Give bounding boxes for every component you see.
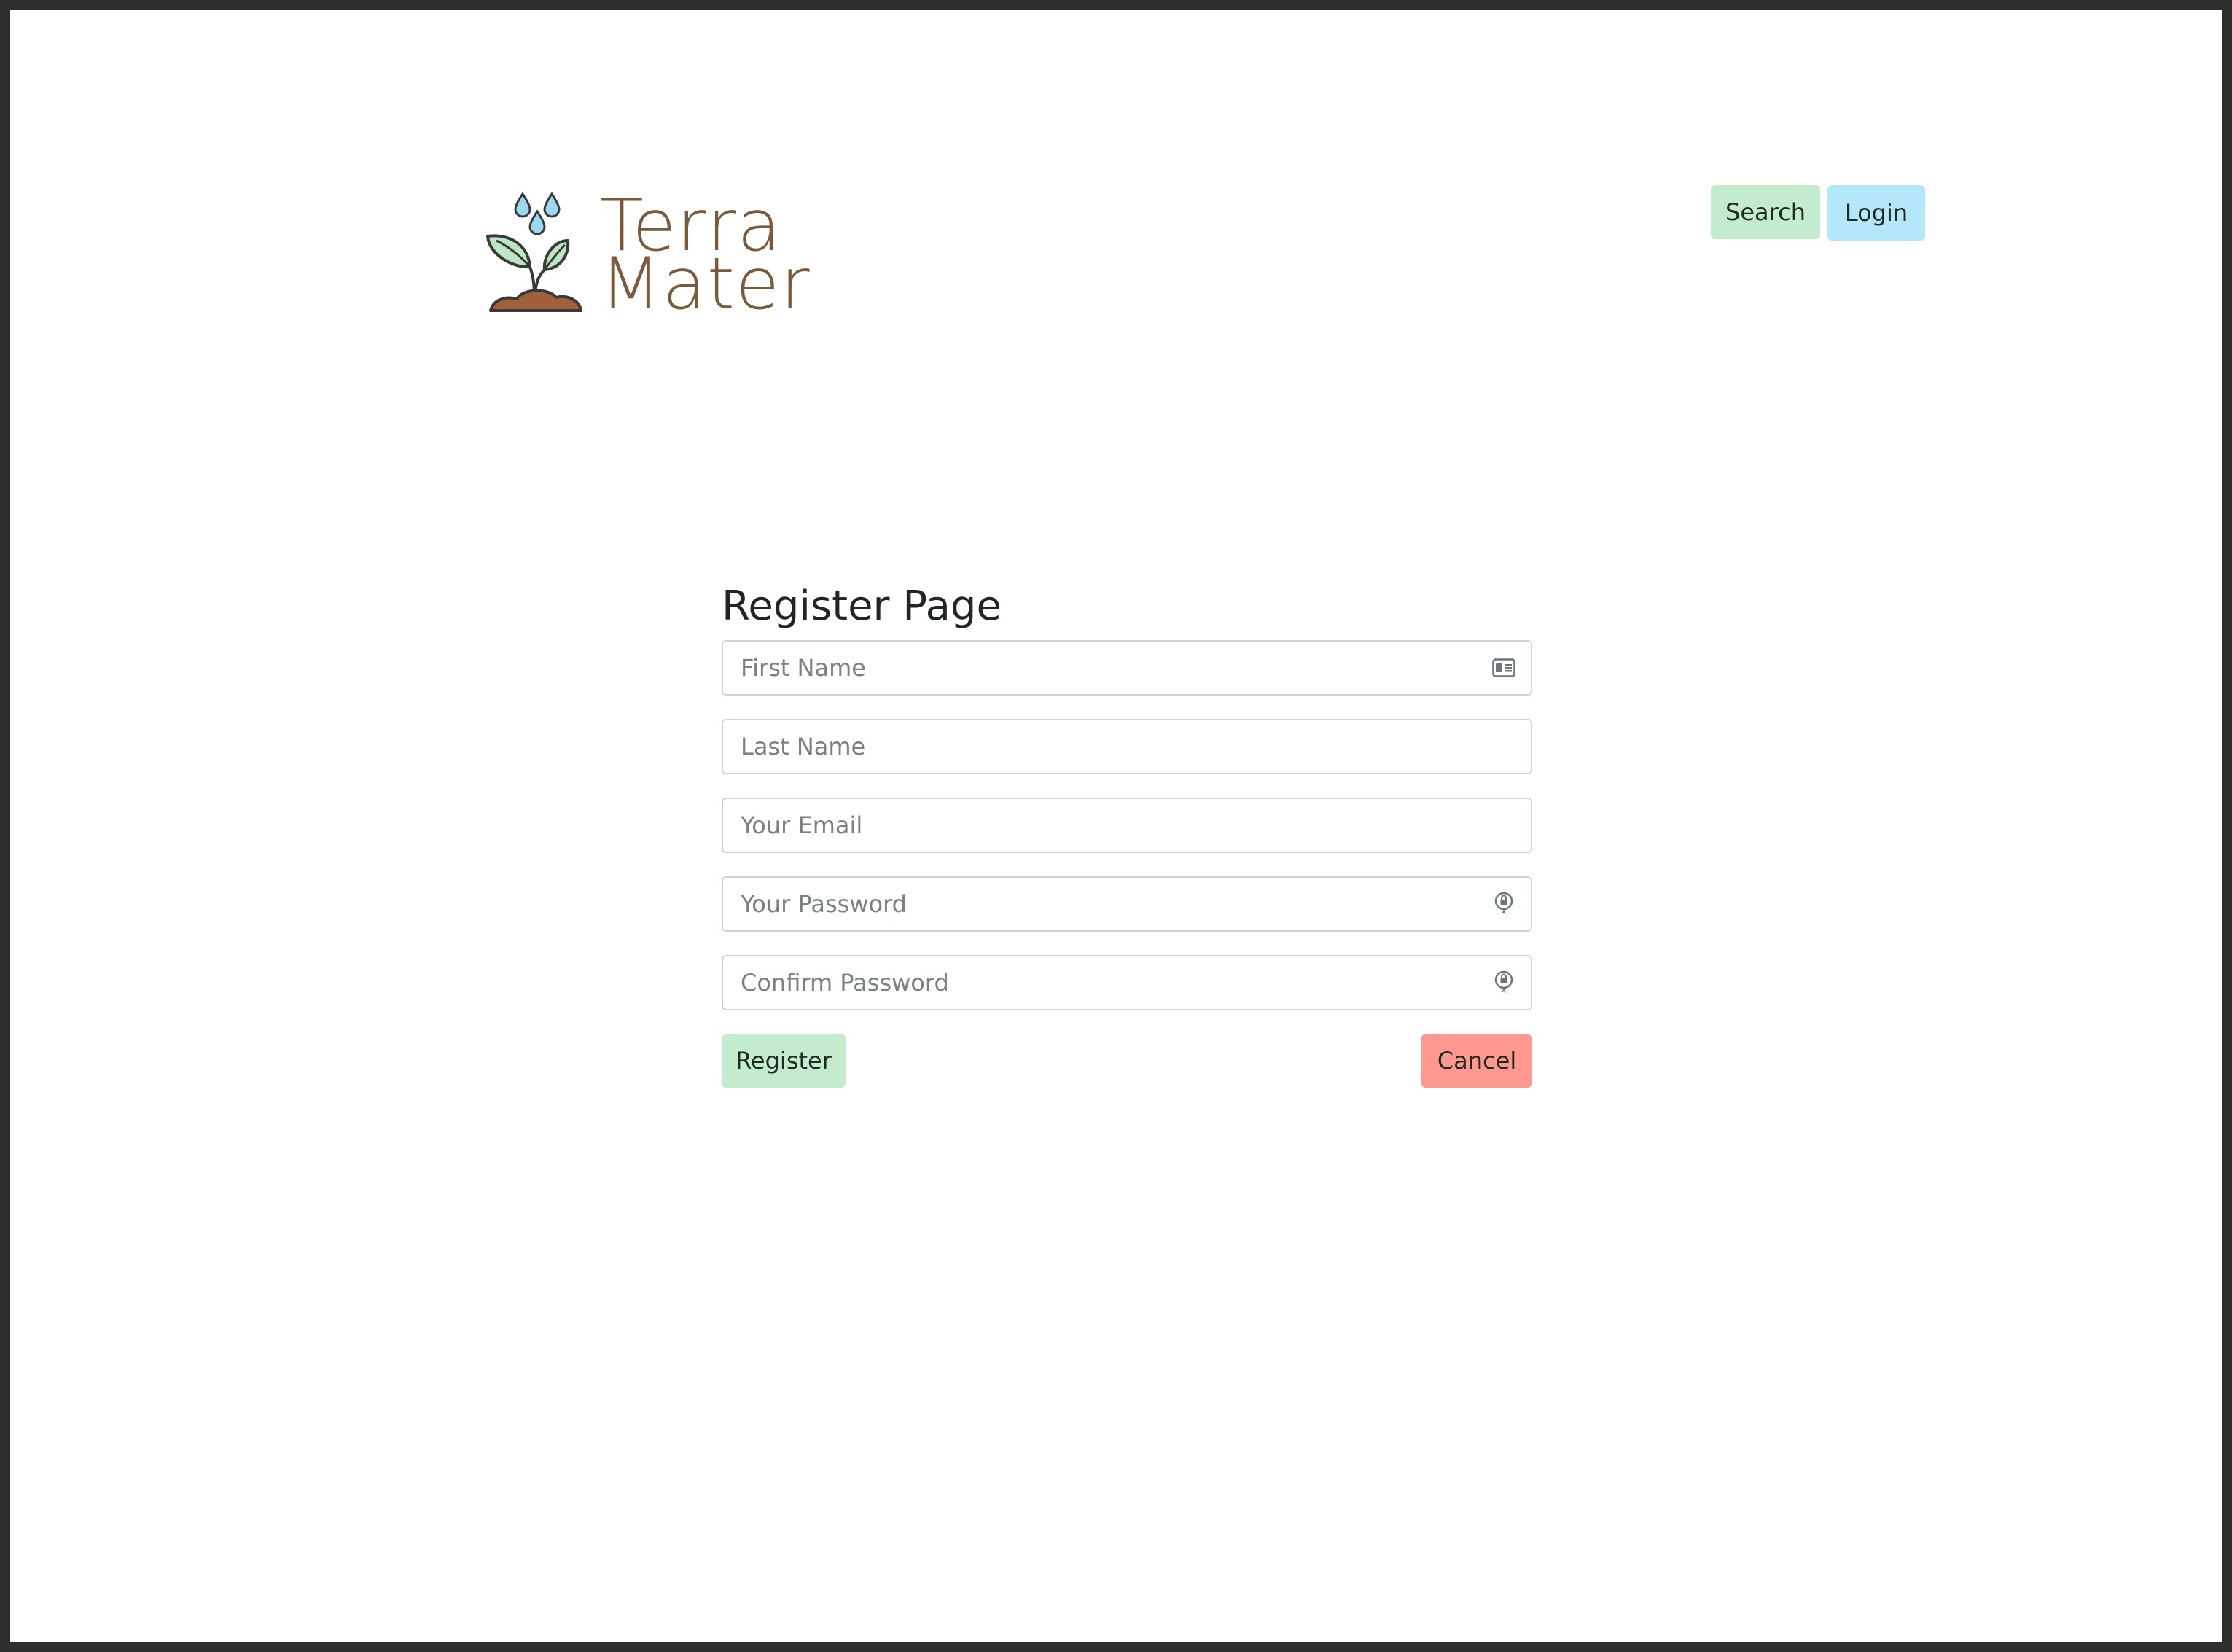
form-actions: Register Cancel: [722, 1034, 1532, 1088]
page-frame: Terra Mater Search Login Register Page F…: [10, 10, 2222, 1642]
last-name-input[interactable]: [723, 720, 1531, 773]
brand-logo[interactable]: Terra Mater: [485, 188, 811, 322]
sprout-logo-icon: [486, 192, 582, 312]
cancel-button[interactable]: Cancel: [1421, 1034, 1532, 1088]
login-button[interactable]: Login: [1827, 185, 1925, 241]
confirm-password-input[interactable]: [723, 956, 1531, 1009]
brand-name-line2: Mater: [600, 243, 811, 326]
confirm-password-field: [722, 955, 1532, 1010]
brand-name: Terra Mater: [600, 190, 811, 326]
register-form: Register Page First Name Last Name Your …: [722, 576, 1532, 1088]
password-key-icon[interactable]: [1491, 892, 1516, 916]
search-button[interactable]: Search: [1711, 185, 1820, 239]
first-name-field: [722, 640, 1532, 696]
email-field: [722, 798, 1532, 853]
page-title: Register Page: [722, 583, 1002, 630]
email-input[interactable]: [723, 799, 1531, 852]
password-key-icon[interactable]: [1491, 970, 1516, 995]
password-input[interactable]: [723, 878, 1531, 930]
id-card-icon: [1491, 655, 1516, 680]
first-name-input[interactable]: [723, 642, 1531, 694]
register-button[interactable]: Register: [722, 1034, 846, 1088]
last-name-field: [722, 719, 1532, 774]
password-field: [722, 876, 1532, 932]
top-nav: Search Login: [1711, 185, 1925, 241]
